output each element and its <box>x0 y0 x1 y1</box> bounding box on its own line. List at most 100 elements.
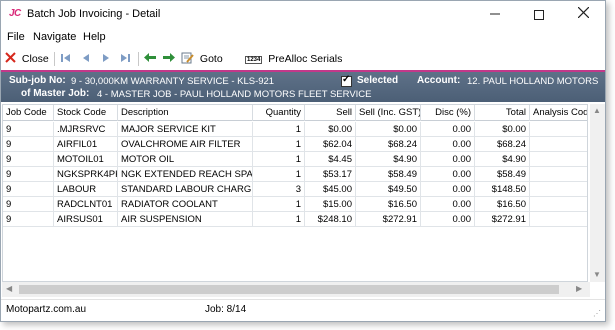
cell-job-code[interactable]: 9 <box>3 167 54 182</box>
cell-quantity[interactable]: 1 <box>253 152 305 167</box>
cell-sell[interactable]: $62.04 <box>305 137 356 152</box>
cell-analysis-code[interactable] <box>530 212 587 227</box>
column-header-stock-code[interactable]: Stock Code <box>54 105 118 121</box>
cell-quantity[interactable]: 1 <box>253 122 305 137</box>
menu-navigate[interactable]: Navigate <box>33 31 76 43</box>
cell-description[interactable]: MOTOR OIL <box>118 152 253 167</box>
cell-sell-inc-gst[interactable]: $4.90 <box>356 152 421 167</box>
table-row[interactable]: 9 LABOUR STANDARD LABOUR CHARGE 3 $45.00 $49.… <box>3 182 587 197</box>
cell-quantity[interactable]: 1 <box>253 137 305 152</box>
column-header-analysis-code[interactable]: Analysis Code <box>530 105 587 121</box>
previous-record-button[interactable] <box>81 51 93 67</box>
cell-disc[interactable]: 0.00 <box>421 182 475 197</box>
cell-disc[interactable]: 0.00 <box>421 152 475 167</box>
cell-stock-code[interactable]: AIRFIL01 <box>54 137 118 152</box>
cell-description[interactable]: MAJOR SERVICE KIT <box>118 122 253 137</box>
last-record-button[interactable] <box>120 51 132 67</box>
next-record-button[interactable] <box>101 51 113 67</box>
first-record-button[interactable] <box>61 51 73 67</box>
table-row[interactable]: 9 MOTOIL01 MOTOR OIL 1 $4.45 $4.90 0.00 $4.90 <box>3 152 587 167</box>
cell-description[interactable]: RADIATOR COOLANT <box>118 197 253 212</box>
job-lines-grid[interactable]: Job Code Stock Code Description Quantity Sel… <box>2 104 588 282</box>
column-header-job-code[interactable]: Job Code <box>3 105 54 121</box>
column-header-total[interactable]: Total <box>475 105 530 121</box>
table-row[interactable]: 9 AIRSUS01 AIR SUSPENSION 1 $248.10 $272.91 0.… <box>3 212 587 227</box>
cell-sell[interactable]: $53.17 <box>305 167 356 182</box>
cell-quantity[interactable]: 1 <box>253 167 305 182</box>
cell-job-code[interactable]: 9 <box>3 182 54 197</box>
cell-job-code[interactable]: 9 <box>3 212 54 227</box>
cell-analysis-code[interactable] <box>530 137 587 152</box>
horizontal-scroll-thumb[interactable] <box>19 285 559 294</box>
cell-total[interactable]: $0.00 <box>475 122 530 137</box>
resize-grip-icon[interactable]: ⋰ <box>593 309 601 318</box>
cell-disc[interactable]: 0.00 <box>421 167 475 182</box>
menu-file[interactable]: File <box>7 31 25 43</box>
scroll-down-icon[interactable]: ▼ <box>593 270 601 279</box>
cell-sell[interactable]: $45.00 <box>305 182 356 197</box>
cell-analysis-code[interactable] <box>530 182 587 197</box>
cell-disc[interactable]: 0.00 <box>421 197 475 212</box>
cell-description[interactable]: STANDARD LABOUR CHARGE <box>118 182 253 197</box>
cell-quantity[interactable]: 1 <box>253 212 305 227</box>
cell-stock-code[interactable]: NGKSPRK4PK <box>54 167 118 182</box>
cell-sell-inc-gst[interactable]: $58.49 <box>356 167 421 182</box>
scroll-right-icon[interactable]: ▶ <box>576 284 582 293</box>
cell-sell-inc-gst[interactable]: $49.50 <box>356 182 421 197</box>
cell-job-code[interactable]: 9 <box>3 152 54 167</box>
cell-sell[interactable]: $4.45 <box>305 152 356 167</box>
cell-sell-inc-gst[interactable]: $272.91 <box>356 212 421 227</box>
cell-job-code[interactable]: 9 <box>3 137 54 152</box>
cell-description[interactable]: NGK EXTENDED REACH SPAR... <box>118 167 253 182</box>
column-header-sell[interactable]: Sell <box>305 105 356 121</box>
cell-sell-inc-gst[interactable]: $0.00 <box>356 122 421 137</box>
cell-total[interactable]: $16.50 <box>475 197 530 212</box>
minimize-button[interactable] <box>473 1 517 29</box>
cell-analysis-code[interactable] <box>530 167 587 182</box>
cell-stock-code[interactable]: RADCLNT01 <box>54 197 118 212</box>
cell-stock-code[interactable]: LABOUR <box>54 182 118 197</box>
cell-sell[interactable]: $15.00 <box>305 197 356 212</box>
menu-help[interactable]: Help <box>83 31 106 43</box>
cell-sell-inc-gst[interactable]: $16.50 <box>356 197 421 212</box>
cell-analysis-code[interactable] <box>530 122 587 137</box>
horizontal-scrollbar[interactable]: ◀ ▶ <box>2 282 590 297</box>
selected-checkbox[interactable]: ✓ <box>341 74 352 87</box>
cell-quantity[interactable]: 3 <box>253 182 305 197</box>
cell-job-code[interactable]: 9 <box>3 197 54 212</box>
back-button[interactable] <box>144 51 158 67</box>
cell-description[interactable]: OVALCHROME AIR FILTER <box>118 137 253 152</box>
cell-total[interactable]: $272.91 <box>475 212 530 227</box>
column-header-description[interactable]: Description <box>118 105 253 121</box>
column-header-quantity[interactable]: Quantity <box>253 105 305 121</box>
cell-stock-code[interactable]: AIRSUS01 <box>54 212 118 227</box>
prealloc-serials-button[interactable]: 1234 PreAlloc Serials Nos <box>245 51 355 82</box>
table-row[interactable]: 9 .MJRSRVC MAJOR SERVICE KIT 1 $0.00 $0.00 0.0… <box>3 122 587 137</box>
vertical-scrollbar[interactable]: ▲ ▼ <box>590 104 605 282</box>
cell-sell-inc-gst[interactable]: $68.24 <box>356 137 421 152</box>
cell-sell[interactable]: $0.00 <box>305 122 356 137</box>
cell-total[interactable]: $4.90 <box>475 152 530 167</box>
table-row[interactable]: 9 RADCLNT01 RADIATOR COOLANT 1 $15.00 $16.50 0… <box>3 197 587 212</box>
table-row[interactable]: 9 NGKSPRK4PK NGK EXTENDED REACH SPAR... 1 $5… <box>3 167 587 182</box>
close-window-button[interactable] <box>561 1 605 29</box>
cell-quantity[interactable]: 1 <box>253 197 305 212</box>
scroll-up-icon[interactable]: ▲ <box>593 106 601 115</box>
cell-analysis-code[interactable] <box>530 152 587 167</box>
close-toolbar-button[interactable]: Close <box>5 51 51 67</box>
cell-stock-code[interactable]: MOTOIL01 <box>54 152 118 167</box>
column-header-disc[interactable]: Disc (%) <box>421 105 475 121</box>
scroll-left-icon[interactable]: ◀ <box>6 284 12 293</box>
cell-disc[interactable]: 0.00 <box>421 137 475 152</box>
cell-description[interactable]: AIR SUSPENSION <box>118 212 253 227</box>
cell-disc[interactable]: 0.00 <box>421 212 475 227</box>
table-row[interactable]: 9 AIRFIL01 OVALCHROME AIR FILTER 1 $62.04 $68… <box>3 137 587 152</box>
forward-button[interactable] <box>163 51 177 67</box>
cell-total[interactable]: $148.50 <box>475 182 530 197</box>
cell-job-code[interactable]: 9 <box>3 122 54 137</box>
cell-disc[interactable]: 0.00 <box>421 122 475 137</box>
cell-stock-code[interactable]: .MJRSRVC <box>54 122 118 137</box>
cell-sell[interactable]: $248.10 <box>305 212 356 227</box>
cell-total[interactable]: $68.24 <box>475 137 530 152</box>
maximize-button[interactable] <box>517 1 561 29</box>
